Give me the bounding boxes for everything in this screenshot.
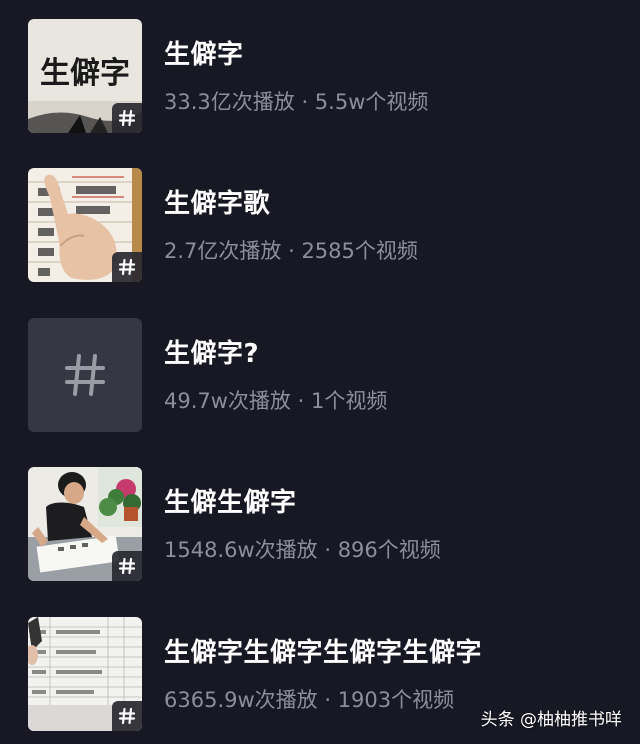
topic-title: 生僻字 — [164, 40, 244, 70]
play-count: 33.3亿次播放 — [164, 90, 295, 114]
placeholder-thumbnail — [28, 318, 142, 432]
stats-separator: · — [294, 90, 315, 114]
topic-list: 生僻字 生僻字 33.3亿次播放 · 5.5w个视频 生僻字歌 2.7亿次播放 … — [0, 0, 640, 744]
topic-title: 生僻字歌 — [164, 189, 271, 219]
topic-row-5[interactable]: 生僻字生僻字生僻字生僻字 6365.9w次播放 · 1903个视频 — [0, 598, 640, 731]
video-count: 896个视频 — [337, 538, 441, 562]
topic-thumbnail[interactable] — [28, 168, 142, 282]
video-count: 5.5w个视频 — [314, 90, 429, 114]
topic-stats: 2.7亿次播放 · 2585个视频 — [164, 235, 418, 265]
topic-row-1[interactable]: 生僻字 生僻字 33.3亿次播放 · 5.5w个视频 — [0, 0, 640, 133]
hashtag-icon — [118, 258, 136, 276]
topic-title: 生僻生僻字 — [164, 488, 297, 518]
hashtag-badge — [112, 103, 142, 133]
stats-separator: · — [281, 239, 302, 263]
video-count: 1个视频 — [310, 389, 388, 413]
topic-stats: 49.7w次播放 · 1个视频 — [164, 385, 387, 415]
topic-title: 生僻字生僻字生僻字生僻字 — [164, 638, 483, 668]
svg-text:生僻字: 生僻字 — [40, 56, 130, 91]
hashtag-icon — [118, 557, 136, 575]
hashtag-icon — [118, 707, 136, 725]
topic-row-4[interactable]: 生僻生僻字 1548.6w次播放 · 896个视频 — [0, 448, 640, 581]
topic-stats: 1548.6w次播放 · 896个视频 — [164, 534, 441, 564]
topic-thumbnail[interactable] — [28, 467, 142, 581]
topic-thumbnail[interactable] — [28, 318, 142, 432]
hashtag-badge — [112, 701, 142, 731]
play-count: 2.7亿次播放 — [164, 239, 282, 263]
play-count: 1548.6w次播放 — [164, 538, 318, 562]
stats-separator: · — [317, 538, 338, 562]
hashtag-badge — [112, 551, 142, 581]
hashtag-icon — [65, 354, 105, 396]
hashtag-badge — [112, 252, 142, 282]
topic-thumbnail[interactable] — [28, 617, 142, 731]
topic-row-3[interactable]: 生僻字? 49.7w次播放 · 1个视频 — [0, 299, 640, 432]
topic-row-2[interactable]: 生僻字歌 2.7亿次播放 · 2585个视频 — [0, 149, 640, 282]
play-count: 49.7w次播放 — [164, 389, 291, 413]
hashtag-icon — [118, 109, 136, 127]
video-count: 2585个视频 — [301, 239, 418, 263]
play-count: 6365.9w次播放 — [164, 688, 318, 712]
stats-separator: · — [317, 688, 338, 712]
watermark: 头条 @柚柚推书咩 — [480, 710, 622, 730]
topic-thumbnail[interactable]: 生僻字 — [28, 19, 142, 133]
topic-stats: 33.3亿次播放 · 5.5w个视频 — [164, 86, 428, 116]
video-count: 1903个视频 — [337, 688, 455, 712]
stats-separator: · — [290, 389, 311, 413]
topic-title: 生僻字? — [164, 339, 260, 369]
topic-stats: 6365.9w次播放 · 1903个视频 — [164, 684, 454, 714]
